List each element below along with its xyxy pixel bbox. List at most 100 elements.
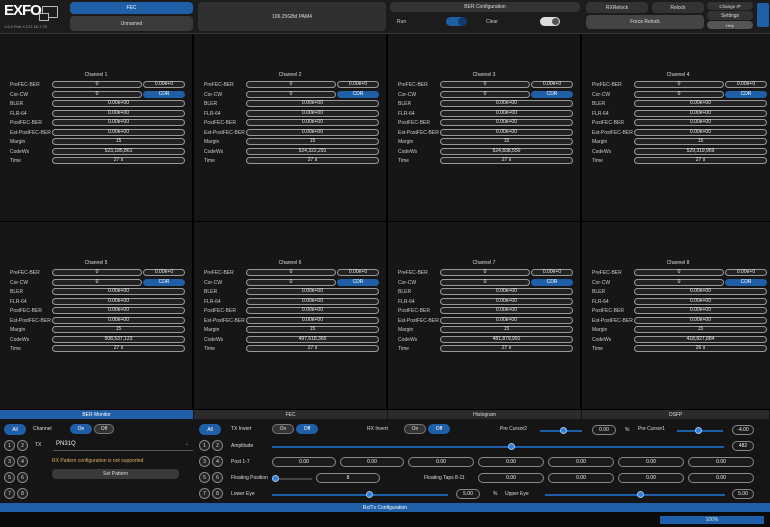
pre-cursor2-knob[interactable] [560,427,567,434]
post-3-value[interactable]: 0.00 [408,457,474,467]
tx-lane-1-button[interactable]: 1 [199,440,210,451]
upper-eye-slider[interactable] [545,494,725,496]
time-value: 26 s [634,345,767,352]
floating-position-label: Floating Position [231,475,268,481]
all-lanes-button[interactable]: All [4,424,26,435]
prefec-ber-row: PreFEC-BER 0 0.00e+0 [204,269,382,277]
tx-all-lanes-button[interactable]: All [199,424,221,435]
amplitude-knob[interactable] [508,443,515,450]
floating-tap-11-value[interactable]: 0.00 [688,473,754,483]
cor-cw-row: Cor-CW 0 CDR [10,278,188,287]
channel-on-button[interactable]: On [70,424,92,434]
floating-tap-10-value[interactable]: 0.00 [618,473,684,483]
tx-invert-off-button[interactable]: Off [296,424,318,434]
post-7-value[interactable]: 0.00 [688,457,754,467]
postfec-ber-row: PostFEC-BER 0.00e+00 [204,307,382,315]
cdr-button[interactable]: CDR [531,90,573,98]
upper-eye-knob[interactable] [637,491,644,498]
row-label: Est-PostFEC-BER [592,129,633,136]
tx-lane-6-button[interactable]: 6 [212,472,223,483]
cdr-button[interactable]: CDR [143,90,185,98]
floating-tap-9-value[interactable]: 0.00 [548,473,614,483]
lane-7-button[interactable]: 7 [4,488,15,499]
change-ip-button[interactable]: Change IP [707,2,753,10]
cor-cw-row: Cor-CW 0 CDR [10,90,188,99]
pre-cursor2-unit: % [625,427,630,433]
pattern-select[interactable]: PN31Q ⌄ [53,441,193,451]
cdr-button[interactable]: CDR [531,278,573,286]
lower-eye-value[interactable]: 5.00 [456,489,480,499]
lower-eye-slider[interactable] [272,494,448,496]
channel-off-button[interactable]: Off [94,424,114,434]
lane-4-button[interactable]: 4 [17,456,28,467]
cor-cw-row: Cor-CW 0 CDR [398,90,576,99]
tab-ber-monitor[interactable]: BER Monitor [0,410,194,419]
upper-eye-value[interactable]: 5.00 [732,489,754,499]
pre-cursor1-value[interactable]: -4.00 [732,425,754,435]
rx-invert-label: RX Invert [367,426,388,432]
lane-2-button[interactable]: 2 [17,440,28,451]
post-5-value[interactable]: 0.00 [548,457,614,467]
channel-panel: Channel 7 PreFEC-BER 0 0.00e+0 Cor-CW 0 CDR BLE… [388,222,581,410]
cdr-button[interactable]: CDR [143,278,185,286]
cdr-button[interactable]: CDR [725,278,767,286]
amplitude-value[interactable]: 482 [732,441,754,451]
lane-3-button[interactable]: 3 [4,456,15,467]
lane-8-button[interactable]: 8 [17,488,28,499]
lane-1-button[interactable]: 1 [4,440,15,451]
relock-button[interactable]: Relock [652,2,704,13]
lower-eye-label: Lower Eye [231,491,255,497]
tx-lane-7-button[interactable]: 7 [199,488,210,499]
cdr-button[interactable]: CDR [337,278,379,286]
tx-lane-2-button[interactable]: 2 [212,440,223,451]
run-toggle[interactable] [446,17,467,26]
tx-lane-3-button[interactable]: 3 [199,456,210,467]
floating-position-value[interactable]: 8 [316,473,380,483]
amplitude-slider[interactable] [272,446,724,448]
row-label: Cor-CW [10,279,29,286]
fec-button[interactable]: FEC [70,2,193,14]
window-icon[interactable] [39,6,58,21]
post-4-value[interactable]: 0.00 [478,457,544,467]
post-1-value[interactable]: 0.00 [272,457,336,467]
codewords-row: CodeWs 524,322,291 [204,147,382,156]
ber-configuration-button[interactable]: BER Configuration [390,2,580,12]
rxrelock-button[interactable]: RXRelock [586,2,648,13]
post-6-value[interactable]: 0.00 [618,457,684,467]
rx-invert-on-button[interactable]: On [404,424,426,434]
tab-histogram[interactable]: Histogram [388,410,582,419]
force-relock-button[interactable]: Force Relock [586,15,704,29]
pre-cursor1-knob[interactable] [695,427,702,434]
lane-5-button[interactable]: 5 [4,472,15,483]
help-button[interactable]: Help [707,21,753,29]
rx-invert-off-button[interactable]: Off [428,424,450,434]
cdr-button[interactable]: CDR [337,90,379,98]
rx-tx-configuration-tab[interactable]: Rx/Tx Configuration [0,503,770,512]
pre-cursor2-value[interactable]: 0.00 [592,425,616,435]
channel-panel: Channel 5 PreFEC-BER 0 0.00e+0 Cor-CW 0 CDR BLE… [0,222,193,410]
settings-button[interactable]: Settings [707,11,753,20]
cdr-button[interactable]: CDR [725,90,767,98]
set-pattern-button[interactable]: Set Pattern [52,469,179,479]
row-label: BLER [398,289,412,295]
floating-position-knob[interactable] [272,475,279,482]
lane-6-button[interactable]: 6 [17,472,28,483]
tab-osfp[interactable]: OSFP [582,410,770,419]
screen-icon[interactable] [757,3,769,27]
unnamed-button[interactable]: Unnamed [70,16,193,31]
tx-invert-on-button[interactable]: On [272,424,294,434]
lower-eye-knob[interactable] [366,491,373,498]
tx-lane-8-button[interactable]: 8 [212,488,223,499]
clear-toggle[interactable] [540,17,560,26]
floating-tap-8-value[interactable]: 0.00 [478,473,544,483]
post-2-value[interactable]: 0.00 [340,457,404,467]
tx-lane-5-button[interactable]: 5 [199,472,210,483]
row-label: PreFEC-BER [204,82,234,88]
tab-fec[interactable]: FEC [194,410,388,419]
tx-lane-4-button[interactable]: 4 [212,456,223,467]
row-label: Time [10,158,21,164]
margin-value: 15 [52,326,185,333]
footer: Rx/Tx Configuration 100% [0,503,770,527]
est-postfec-ber-row: Est-PostFEC-BER 0.00e+00 [592,316,770,325]
speed-button[interactable]: 106.25GBd PAM4 [198,2,386,31]
